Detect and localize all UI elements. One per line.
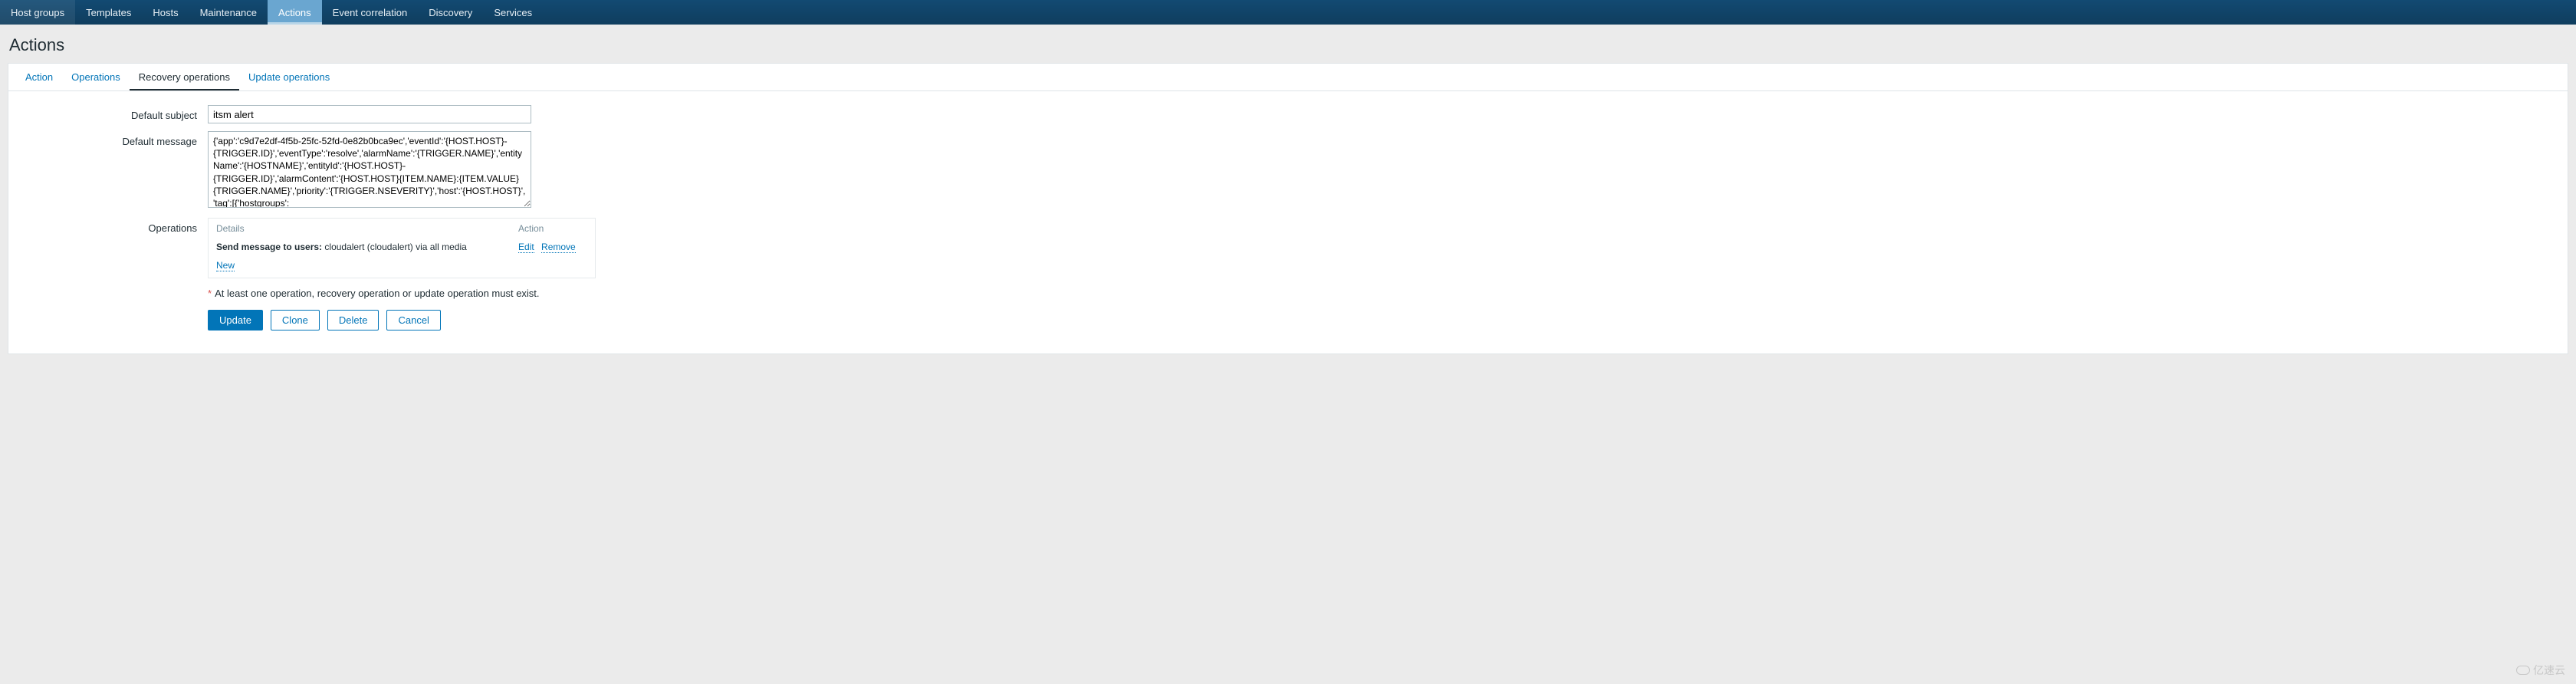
header-details: Details: [216, 223, 518, 234]
row-operations: Operations Details Action Send message t…: [24, 218, 2552, 330]
input-default-subject[interactable]: [208, 105, 531, 123]
nav-discovery[interactable]: Discovery: [418, 0, 483, 25]
nav-services[interactable]: Services: [483, 0, 543, 25]
nav-hosts[interactable]: Hosts: [142, 0, 189, 25]
tab-action[interactable]: Action: [16, 64, 62, 90]
row-details-suffix: cloudalert (cloudalert) via all media: [322, 242, 467, 252]
form-area: Default subject Default message {'app':'…: [8, 91, 2568, 354]
delete-button[interactable]: Delete: [327, 310, 380, 330]
top-navigation: Host groups Templates Hosts Maintenance …: [0, 0, 2576, 25]
operations-table: Details Action Send message to users: cl…: [208, 218, 596, 278]
row-actions: Edit Remove: [518, 242, 587, 252]
button-row: Update Clone Delete Cancel: [208, 310, 596, 330]
row-default-subject: Default subject: [24, 105, 2552, 123]
content-box: Action Operations Recovery operations Up…: [8, 63, 2568, 354]
label-default-subject: Default subject: [24, 105, 208, 123]
tabs: Action Operations Recovery operations Up…: [8, 64, 2568, 91]
edit-link[interactable]: Edit: [518, 242, 534, 253]
nav-actions[interactable]: Actions: [268, 0, 322, 25]
header-action: Action: [518, 223, 587, 234]
clone-button[interactable]: Clone: [271, 310, 320, 330]
label-default-message: Default message: [24, 131, 208, 210]
tab-operations[interactable]: Operations: [62, 64, 130, 90]
label-operations: Operations: [24, 218, 208, 330]
tab-update-operations[interactable]: Update operations: [239, 64, 339, 90]
cloud-icon: [2516, 666, 2530, 675]
tab-recovery-operations[interactable]: Recovery operations: [130, 64, 239, 90]
watermark: 亿速云: [2516, 663, 2565, 678]
cancel-button[interactable]: Cancel: [386, 310, 440, 330]
required-asterisk: *: [208, 288, 212, 299]
required-note: *At least one operation, recovery operat…: [208, 288, 596, 299]
required-text: At least one operation, recovery operati…: [215, 288, 539, 299]
new-operation-link[interactable]: New: [216, 260, 235, 271]
nav-host-groups[interactable]: Host groups: [0, 0, 75, 25]
row-details: Send message to users: cloudalert (cloud…: [216, 242, 518, 252]
nav-maintenance[interactable]: Maintenance: [189, 0, 268, 25]
nav-templates[interactable]: Templates: [75, 0, 142, 25]
row-details-prefix: Send message to users:: [216, 242, 322, 252]
page-header: Actions: [0, 25, 2576, 63]
textarea-default-message[interactable]: {'app':'c9d7e2df-4f5b-25fc-52fd-0e82b0bc…: [208, 131, 531, 208]
nav-event-correlation[interactable]: Event correlation: [322, 0, 419, 25]
operations-new-row: New: [209, 255, 595, 278]
operations-row: Send message to users: cloudalert (cloud…: [209, 238, 595, 255]
page-title: Actions: [9, 35, 2567, 55]
update-button[interactable]: Update: [208, 310, 263, 330]
remove-link[interactable]: Remove: [541, 242, 576, 253]
row-default-message: Default message {'app':'c9d7e2df-4f5b-25…: [24, 131, 2552, 210]
operations-header: Details Action: [209, 219, 595, 238]
watermark-text: 亿速云: [2533, 663, 2565, 678]
